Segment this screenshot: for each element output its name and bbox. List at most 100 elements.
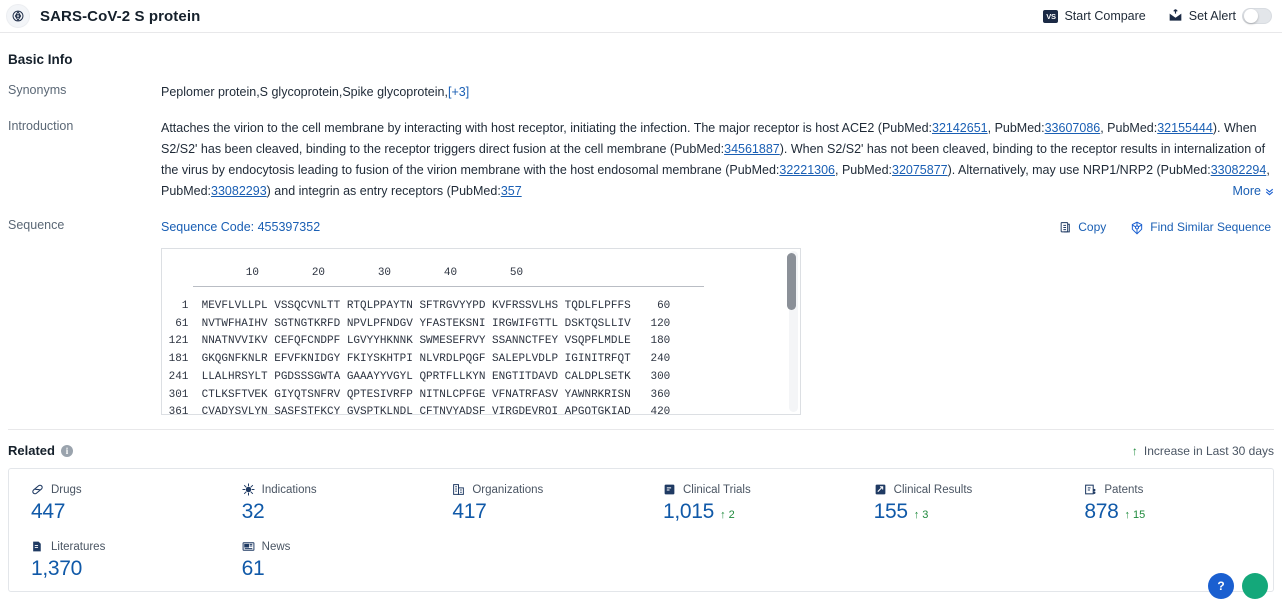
intro-text-3: , PubMed: [1100,121,1158,135]
start-compare-button[interactable]: VS Start Compare [1043,9,1146,23]
sequence-ruler: 10 20 30 40 50 [193,267,524,279]
synonyms-label: Synonyms [8,83,67,97]
card-header: Indications [242,483,431,496]
sequence-header: Sequence Code: 455397352 Copy Find Simil… [161,217,1274,238]
vs-badge-icon: VS [1043,9,1059,23]
copy-label: Copy [1078,220,1107,234]
card-header: Organizations [452,483,641,496]
pubmed-link-5[interactable]: 32221306 [779,163,835,177]
card-label: News [261,540,291,553]
related-legend: ↑ Increase in Last 30 days [1132,444,1274,458]
card-label: Clinical Results [893,483,973,496]
pubmed-link-8[interactable]: 33082293 [211,184,267,198]
more-label: More [1232,184,1261,198]
section-divider [8,429,1274,430]
synonyms-more-link[interactable]: [+3] [448,85,469,99]
clipboard-icon [663,483,676,496]
brand-area: SARS-CoV-2 S protein [6,4,200,28]
set-alert-label: Set Alert [1188,9,1236,23]
sequence-ruler-line [193,286,704,287]
related-card-literatures[interactable]: Literatures 1,370 [9,540,220,581]
related-card-organizations[interactable]: Organizations 417 [430,483,641,524]
book-icon [31,540,44,553]
chat-fab-button[interactable] [1242,573,1268,599]
building-icon [452,483,465,496]
sequence-scrollbar-thumb[interactable] [787,253,796,310]
card-value: 1,370 [31,557,83,580]
card-value-row: 447 [31,500,220,524]
card-delta: ↑ 15 [1124,509,1145,521]
card-delta-value: 2 [728,509,735,521]
alert-bell-icon [1168,9,1183,23]
header-actions: VS Start Compare Set Alert [1043,8,1272,24]
card-value-row: 32 [242,500,431,524]
set-alert-toggle[interactable] [1242,8,1272,24]
info-icon[interactable]: i [60,444,73,457]
pubmed-link-3[interactable]: 32155444 [1157,121,1213,135]
news-icon [242,540,255,553]
double-chevron-down-icon [1264,186,1275,197]
card-value-row: 1,015 ↑ 2 [663,500,852,524]
card-value: 1,015 [663,500,715,523]
find-similar-icon [1130,221,1144,235]
set-alert-control[interactable]: Set Alert [1168,8,1272,24]
floating-action-buttons: ? [1208,573,1268,599]
related-card-indications[interactable]: Indications 32 [220,483,431,524]
sequence-body: Sequence Code: 455397352 Copy Find Simil… [161,217,1274,415]
card-value-row: 155 ↑ 3 [874,500,1063,524]
pubmed-link-7[interactable]: 33082294 [1211,163,1267,177]
card-header: Clinical Trials [663,483,852,496]
card-label: Indications [261,483,317,496]
introduction-label: Introduction [8,119,74,133]
card-delta-value: 3 [922,509,929,521]
pubmed-link-6[interactable]: 32075877 [892,163,948,177]
introduction-text: Attaches the virion to the cell membrane… [161,118,1275,202]
card-header: Clinical Results [874,483,1063,496]
sequence-label: Sequence [8,218,65,232]
card-header: News [242,540,431,553]
related-cards-grid: Drugs 447 Indications 32 Organizations 417 Cli… [8,468,1274,592]
related-card-news[interactable]: News 61 [220,540,431,581]
patent-icon [1084,483,1097,496]
related-card-patents[interactable]: Patents 878 ↑ 15 [1062,483,1273,524]
card-label: Literatures [51,540,106,553]
sequence-text: 1 MEVFLVLLPL VSSQCVNLTT RTQLPPAYTN SFTRG… [168,300,671,415]
card-label: Organizations [472,483,544,496]
sequence-viewer[interactable]: 10 20 30 40 50 1 MEVFLVLLPL VSSQCVNLTT R… [161,248,801,415]
top-header-bar: SARS-CoV-2 S protein VS Start Compare Se… [0,0,1282,33]
related-card-clinical-results[interactable]: Clinical Results 155 ↑ 3 [852,483,1063,524]
copy-icon [1059,221,1072,234]
page-title: SARS-CoV-2 S protein [40,7,201,25]
card-value: 447 [31,500,66,523]
arrow-up-icon: ↑ [1124,509,1130,521]
introduction-more-button[interactable]: More [1226,181,1275,202]
pubmed-link-4[interactable]: 34561887 [724,142,780,156]
card-value-row: 61 [242,557,431,581]
card-header: Literatures [31,540,220,553]
sequence-scrollbar-track[interactable] [787,251,798,412]
help-fab-button[interactable]: ? [1208,573,1234,599]
target-icon [6,4,30,28]
related-card-clinical-trials[interactable]: Clinical Trials 1,015 ↑ 2 [641,483,852,524]
card-value-row: 1,370 [31,557,220,581]
synonyms-value-wrap: Peplomer protein,S glycoprotein,Spike gl… [161,82,1274,103]
find-similar-sequence-button[interactable]: Find Similar Sequence [1130,217,1271,238]
pubmed-link-2[interactable]: 33607086 [1045,121,1101,135]
card-delta: ↑ 2 [720,509,735,521]
related-card-drugs[interactable]: Drugs 447 [9,483,220,524]
card-label: Drugs [51,483,82,496]
sequence-row: Sequence Sequence Code: 455397352 Copy F… [8,217,1274,415]
arrow-up-icon: ↑ [720,509,726,521]
sequence-content: 10 20 30 40 50 1 MEVFLVLLPL VSSQCVNLTT R… [162,249,800,415]
card-header: Patents [1084,483,1273,496]
pubmed-link-1[interactable]: 32142651 [932,121,988,135]
card-value-row: 878 ↑ 15 [1084,500,1273,524]
card-value: 61 [241,557,265,580]
copy-button[interactable]: Copy [1059,217,1106,238]
arrow-up-icon: ↑ [1131,443,1138,458]
card-delta: ↑ 3 [914,509,929,521]
sequence-code[interactable]: Sequence Code: 455397352 [161,217,320,238]
introduction-row: Introduction Attaches the virion to the … [8,118,1275,202]
intro-text-9: ) and integrin as entry receptors (PubMe… [266,184,501,198]
pubmed-link-9[interactable]: 357 [501,184,522,198]
